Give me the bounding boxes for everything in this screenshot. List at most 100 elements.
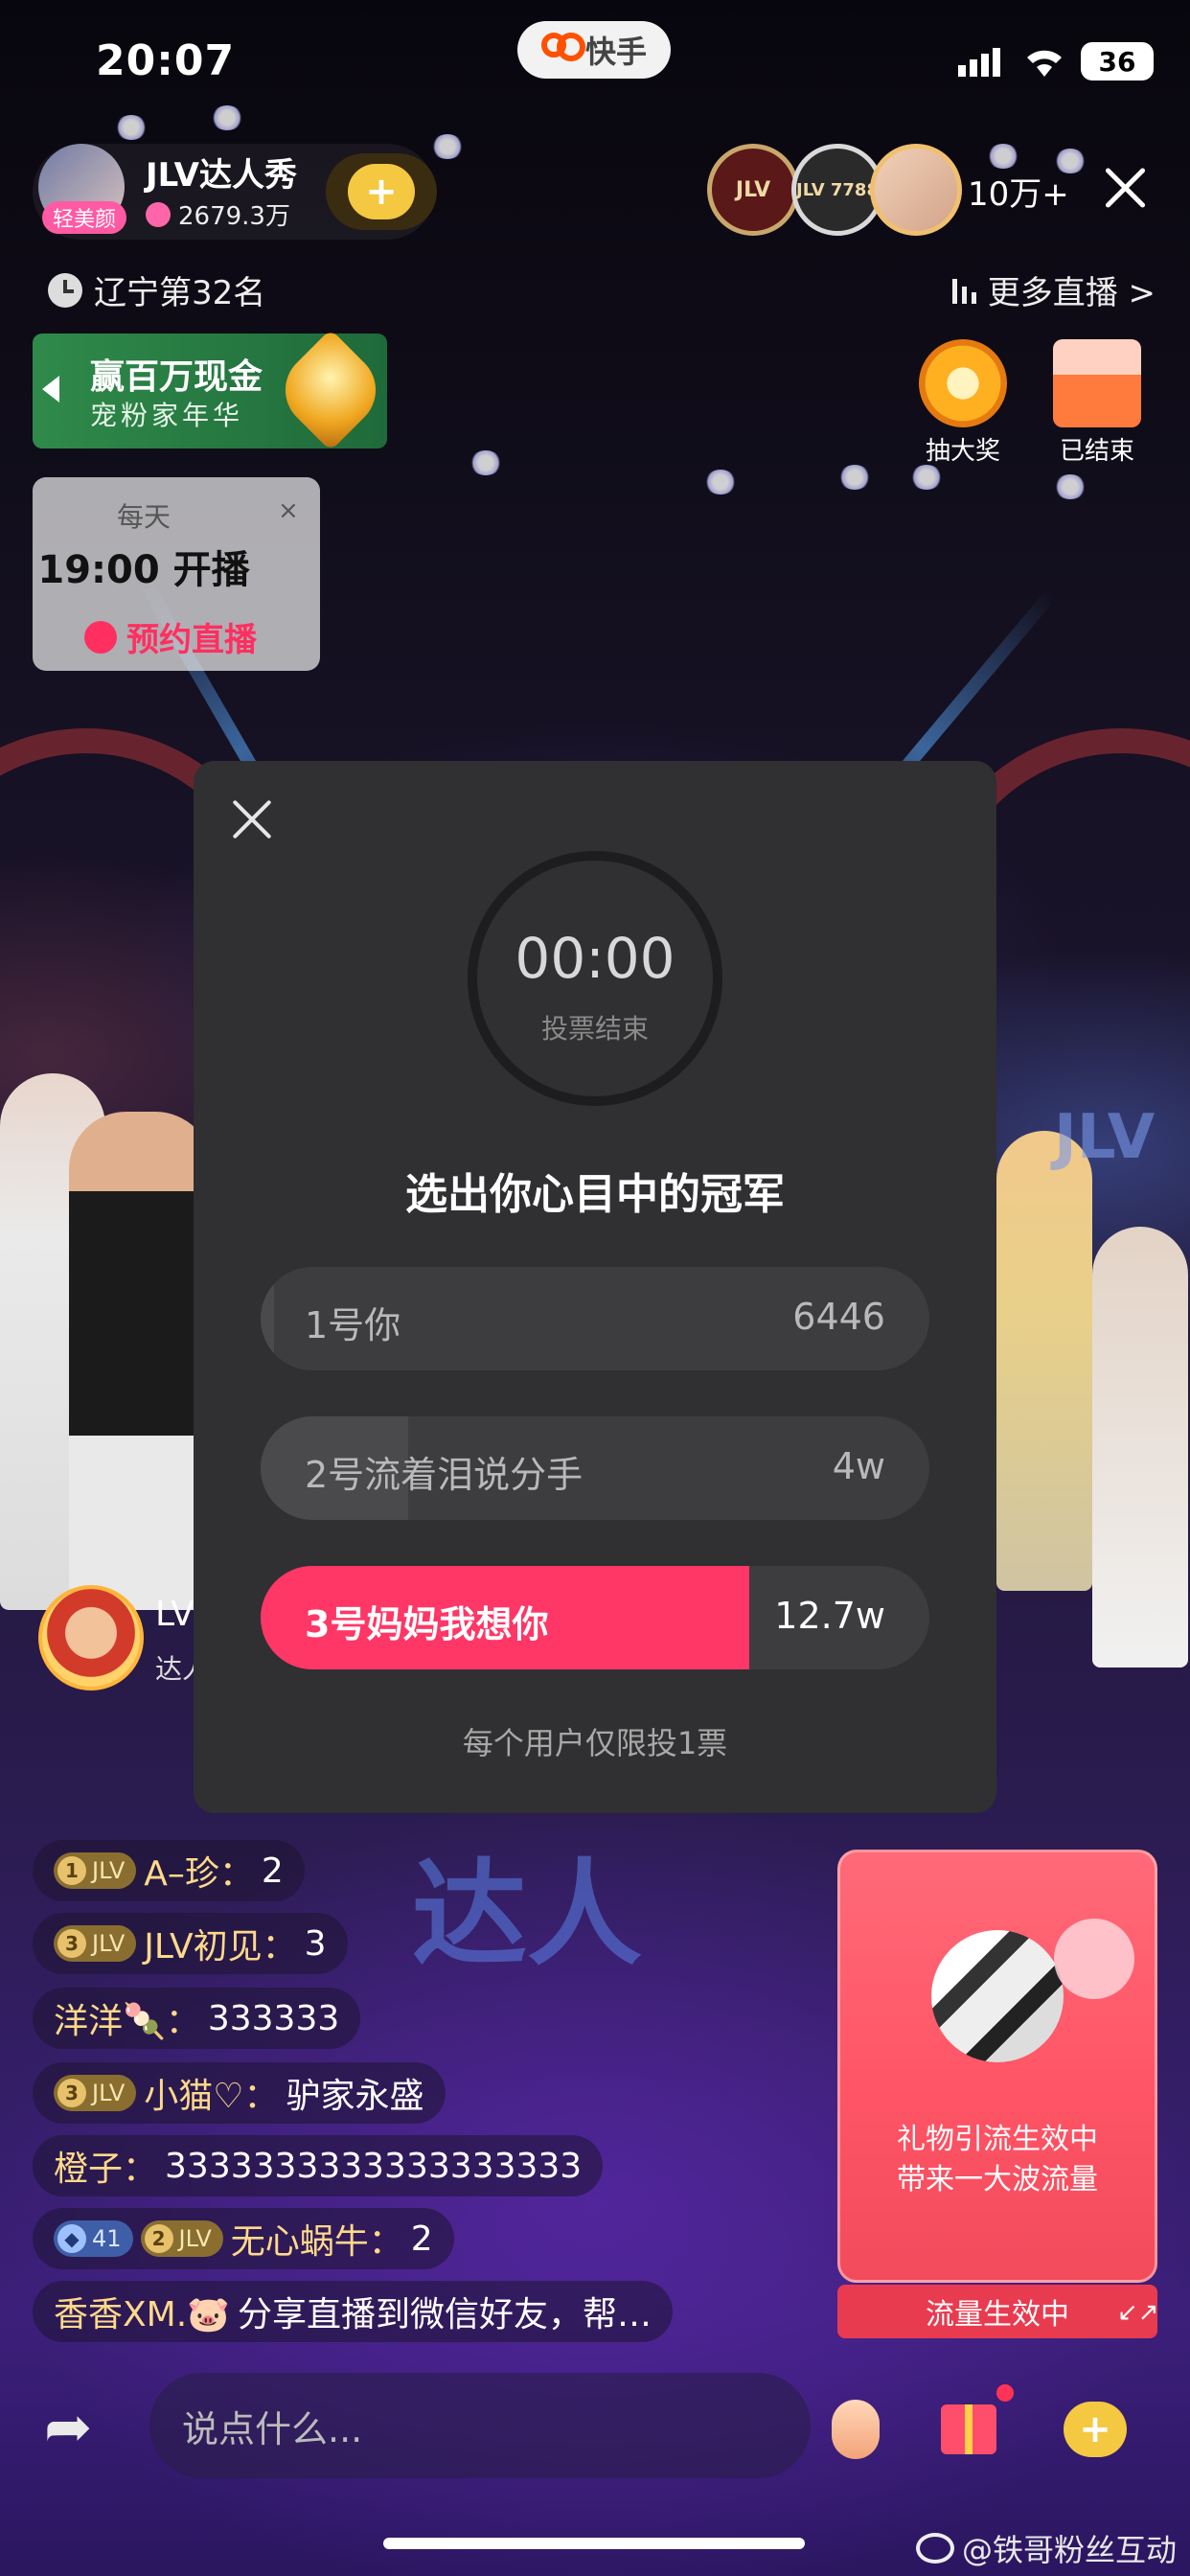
level-number: 1 bbox=[57, 1856, 86, 1885]
host-fans-count: 2679.3万 bbox=[146, 196, 290, 232]
region-rank[interactable]: 辽宁第32名 bbox=[48, 266, 265, 313]
status-icons: 36 bbox=[958, 42, 1154, 80]
vote-option[interactable]: 3号妈妈我想你 12.7w bbox=[261, 1566, 929, 1669]
viewer-count[interactable]: 10万+ bbox=[968, 168, 1069, 215]
lottery-label: 抽大奖 bbox=[925, 437, 1000, 466]
badge-text: JLV bbox=[92, 1857, 126, 1884]
boost-photo bbox=[931, 1930, 1064, 2062]
comment-input[interactable]: 说点什么... bbox=[149, 2373, 811, 2478]
chat-message[interactable]: 香香XM.🐷 分享直播到微信好友，帮… bbox=[33, 2281, 674, 2342]
boost-line-1: 礼物引流生效中 bbox=[897, 2123, 1098, 2156]
share-icon[interactable]: ➦ bbox=[44, 2394, 92, 2461]
host-name[interactable]: JLV达人秀 bbox=[146, 149, 297, 196]
chat-text: 2 bbox=[410, 2219, 433, 2259]
ended-activity-button[interactable]: 已结束 bbox=[1046, 339, 1148, 467]
chat-username[interactable]: 小猫♡： bbox=[144, 2068, 278, 2118]
vote-option-count: 4w bbox=[832, 1445, 885, 1487]
user-level-badge: ◆ 41 bbox=[54, 2220, 133, 2257]
schedule-frequency: 每天 bbox=[116, 501, 171, 533]
chat-message[interactable]: 1 JLV A–珍： 2 bbox=[33, 1840, 305, 1901]
cellular-signal-icon bbox=[958, 48, 1000, 77]
vote-close-button[interactable] bbox=[230, 797, 274, 841]
clock-icon bbox=[48, 272, 82, 308]
home-indicator[interactable] bbox=[383, 2538, 805, 2549]
badge-text: JLV bbox=[178, 2225, 212, 2252]
viewer-avatar[interactable]: JLV bbox=[707, 144, 799, 236]
wifi-icon bbox=[1027, 50, 1062, 77]
boost-line-2: 带来一大波流量 bbox=[897, 2163, 1098, 2196]
level-number: 2 bbox=[144, 2224, 173, 2253]
level-number: 3 bbox=[57, 2079, 86, 2107]
user-level-badge: 3 JLV bbox=[54, 1925, 137, 1962]
schedule-close-button[interactable]: × bbox=[278, 496, 299, 525]
chat-username[interactable]: A–珍： bbox=[144, 1846, 254, 1896]
stage-floor-text: 达人 bbox=[412, 1849, 642, 1982]
more-live-label: 更多直播 > bbox=[987, 274, 1156, 312]
vote-option-count: 6446 bbox=[792, 1296, 885, 1338]
floating-decoration bbox=[211, 105, 243, 130]
app-switch-pill[interactable]: 快手 bbox=[517, 21, 671, 79]
floating-decoration bbox=[469, 450, 502, 475]
reserve-live-button[interactable]: 预约直播 bbox=[84, 613, 257, 660]
battery-indicator: 36 bbox=[1081, 42, 1154, 80]
stage-performer bbox=[69, 1112, 213, 1610]
guest-avatar[interactable] bbox=[38, 1585, 144, 1690]
user-level-badge: 2 JLV bbox=[140, 2220, 223, 2257]
guest-name: LV bbox=[155, 1595, 195, 1634]
vote-note: 每个用户仅限投1票 bbox=[462, 1725, 728, 1761]
floating-decoration bbox=[704, 470, 737, 494]
viewer-avatar[interactable] bbox=[870, 144, 962, 236]
like-heart-icon: + bbox=[1064, 2402, 1127, 2457]
collapse-arrow-icon[interactable] bbox=[42, 376, 59, 402]
more-live-button[interactable]: 更多直播 > bbox=[951, 266, 1156, 313]
beauty-filter-tag: 轻美颜 bbox=[42, 201, 126, 234]
kuaishou-logo-icon bbox=[540, 33, 585, 67]
boost-mini-avatar bbox=[1054, 1919, 1134, 1999]
lottery-button[interactable]: 抽大奖 bbox=[912, 339, 1014, 467]
stage-performer bbox=[996, 1131, 1092, 1591]
close-live-button[interactable] bbox=[1098, 161, 1152, 215]
level-number: ◆ bbox=[57, 2224, 86, 2253]
emoji-sticker-button[interactable] bbox=[812, 2386, 899, 2472]
vote-option-label: 1号你 bbox=[305, 1304, 401, 1346]
heart-icon bbox=[146, 201, 171, 227]
weibo-icon bbox=[915, 2533, 954, 2564]
chat-username[interactable]: 香香XM.🐷 bbox=[54, 2287, 230, 2336]
lottery-wheel-icon bbox=[919, 339, 1007, 427]
level-number: 3 bbox=[57, 1929, 86, 1958]
floating-decoration bbox=[838, 465, 871, 490]
chat-username[interactable]: 无心蜗牛： bbox=[231, 2214, 403, 2264]
chat-text: 分享直播到微信好友，帮… bbox=[238, 2295, 652, 2334]
chat-username[interactable]: 洋洋🍡： bbox=[54, 1993, 200, 2043]
chat-message[interactable]: 洋洋🍡： 333333 bbox=[33, 1988, 361, 2049]
vote-option-label: 3号妈妈我想你 bbox=[305, 1603, 549, 1645]
chat-username[interactable]: 橙子： bbox=[54, 2141, 157, 2191]
vote-option[interactable]: 2号流着泪说分手 4w bbox=[261, 1416, 929, 1520]
watermark: @铁哥粉丝互动 bbox=[915, 2526, 1177, 2570]
chat-message[interactable]: 3 JLV 小猫♡： 驴家永盛 bbox=[33, 2062, 446, 2124]
traffic-boost-card[interactable] bbox=[837, 1850, 1157, 2283]
badge-text: JLV bbox=[92, 1930, 126, 1957]
schedule-time: 19:00 开播 bbox=[37, 548, 250, 592]
vote-option[interactable]: 1号你 6446 bbox=[261, 1267, 929, 1370]
shrink-icon[interactable]: ↙↗ bbox=[1117, 2298, 1159, 2327]
promo-title: 赢百万现金 bbox=[90, 357, 263, 397]
chat-message[interactable]: ◆ 41 2 JLV 无心蜗牛： 2 bbox=[33, 2208, 454, 2269]
like-button[interactable]: + bbox=[1052, 2386, 1138, 2472]
chat-message[interactable]: 橙子： 3333333333333333333 bbox=[33, 2135, 604, 2196]
follow-button[interactable]: + bbox=[326, 153, 437, 230]
user-level-badge: 3 JLV bbox=[54, 2075, 137, 2111]
vote-title: 选出你心目中的冠军 bbox=[405, 1170, 785, 1219]
stage-performer bbox=[1092, 1227, 1188, 1668]
chat-message[interactable]: 3 JLV JLV初见： 3 bbox=[33, 1913, 348, 1974]
chat-text: 333333 bbox=[207, 1998, 340, 2038]
doll-icon bbox=[832, 2400, 880, 2459]
floating-decoration bbox=[910, 465, 943, 490]
chat-text: 3333333333333333333 bbox=[165, 2146, 583, 2186]
chat-text: 3 bbox=[304, 1923, 327, 1964]
boost-text: 礼物引流生效中 带来一大波流量 bbox=[837, 2120, 1157, 2200]
chat-text: 驴家永盛 bbox=[286, 2077, 424, 2116]
floating-decoration bbox=[431, 134, 464, 159]
chat-username[interactable]: JLV初见： bbox=[144, 1919, 296, 1968]
chart-bars-icon bbox=[951, 277, 976, 304]
